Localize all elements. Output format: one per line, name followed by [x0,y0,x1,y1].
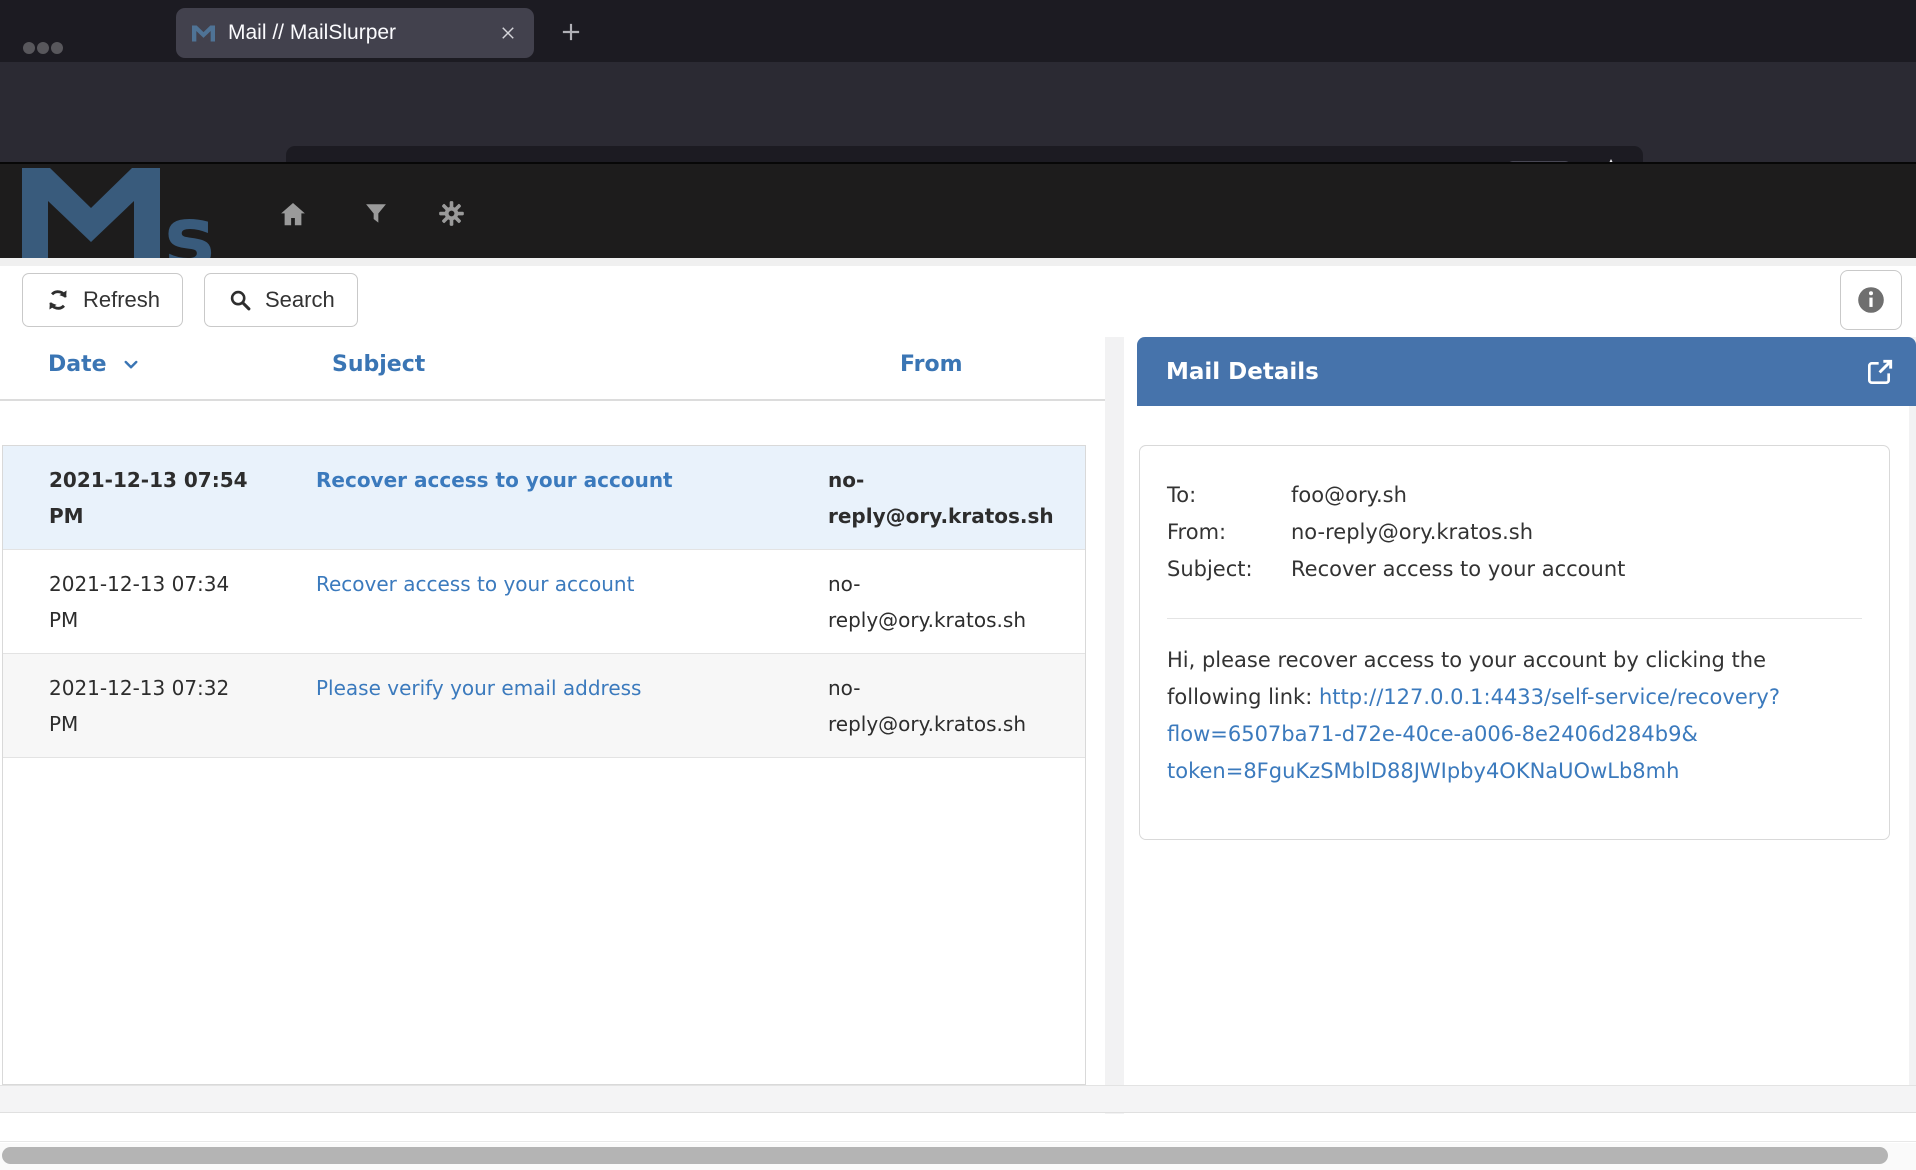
info-button[interactable] [1840,270,1902,330]
window-zoom-button[interactable] [51,42,63,54]
mail-list-row[interactable]: 2021-12-13 07:54 PM Recover access to yo… [3,446,1085,550]
horizontal-scrollbar[interactable] [0,1143,1916,1170]
column-header-from[interactable]: From [900,352,963,377]
details-divider [1167,618,1862,619]
svg-text:s: s [164,188,215,258]
refresh-button-label: Refresh [83,287,160,313]
from-label: From: [1167,514,1291,551]
mailslurper-navbar: s [0,162,1916,258]
info-icon [1855,284,1887,316]
browser-tab[interactable]: Mail // MailSlurper [176,8,534,58]
header-underline [0,399,1105,401]
sort-descending-icon [120,356,142,374]
mail-date: 2021-12-13 07:32 PM [49,670,316,742]
open-in-new-window-icon[interactable] [1864,356,1896,388]
mail-from: no-reply@ory.kratos.sh [828,462,1087,534]
mail-subject-link[interactable]: Recover access to your account [316,468,673,492]
tab-close-icon[interactable] [498,23,518,43]
search-button-label: Search [265,287,335,313]
window-close-button[interactable] [23,42,35,54]
mail-details-title: Mail Details [1166,359,1319,385]
mailslurper-favicon [192,25,215,42]
search-icon [227,287,253,313]
mail-list-row[interactable]: 2021-12-13 07:34 PM Recover access to yo… [3,550,1085,654]
right-edge-gutter [1909,337,1916,1085]
mailslurper-page: Refresh Search Date Subject From 2021-12… [0,258,1916,1170]
window-minimize-button[interactable] [37,42,49,54]
search-button[interactable]: Search [204,273,358,327]
horizontal-scrollbar-thumb[interactable] [2,1147,1888,1164]
mail-from: no-reply@ory.kratos.sh [828,566,1085,638]
mail-details-header: Mail Details [1137,337,1916,406]
mail-date: 2021-12-13 07:34 PM [49,566,316,638]
browser-tab-bar: Mail // MailSlurper [0,0,1916,62]
browser-navigation-toolbar: 127.0.0.1:4436/# 90% [0,62,1916,162]
bottom-gray-strip [0,1085,1916,1113]
to-label: To: [1167,477,1291,514]
subject-label: Subject: [1167,551,1291,588]
mail-body: Hi, please recover access to your accoun… [1167,642,1862,790]
mail-from: no-reply@ory.kratos.sh [828,670,1085,742]
mail-details-card: To: foo@ory.sh From: no-reply@ory.kratos… [1139,445,1890,840]
panel-gutter [1105,337,1124,1114]
navbar-shadow [0,258,1916,266]
mailslurper-logo: s [22,168,232,258]
to-value: foo@ory.sh [1291,477,1862,514]
mail-subject-link[interactable]: Recover access to your account [316,572,634,596]
settings-gear-icon[interactable] [437,199,467,229]
subject-value: Recover access to your account [1291,551,1862,588]
new-tab-icon[interactable] [558,19,584,45]
mail-list-row[interactable]: 2021-12-13 07:32 PM Please verify your e… [3,654,1085,758]
from-value: no-reply@ory.kratos.sh [1291,514,1862,551]
refresh-button[interactable]: Refresh [22,273,183,327]
mail-list: 2021-12-13 07:54 PM Recover access to yo… [2,445,1086,1085]
refresh-icon [45,287,71,313]
bottom-white-strip [0,1114,1916,1142]
home-icon[interactable] [278,199,308,229]
tab-title: Mail // MailSlurper [228,21,396,45]
mail-date: 2021-12-13 07:54 PM [49,462,316,534]
column-header-subject[interactable]: Subject [332,352,425,377]
mail-subject-link[interactable]: Please verify your email address [316,676,641,700]
column-header-date[interactable]: Date [48,352,142,377]
filter-icon[interactable] [362,199,392,229]
